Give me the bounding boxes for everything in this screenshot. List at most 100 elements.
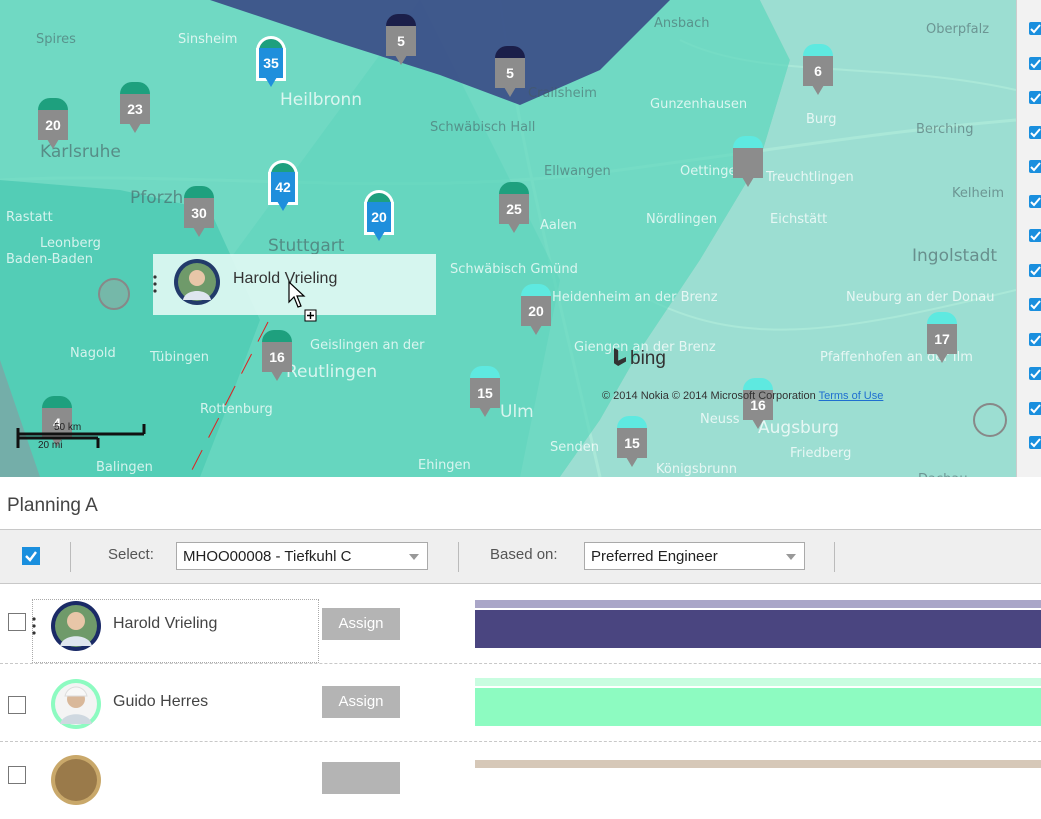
map-cluster-pin[interactable]: 17	[927, 312, 957, 364]
layer-checkbox[interactable]	[1029, 22, 1041, 35]
pin-tip-icon	[936, 353, 948, 363]
pin-tip-icon	[265, 77, 277, 87]
map-scale-bar: 50 km 20 mi	[16, 418, 146, 458]
pin-cap	[743, 378, 773, 390]
pin-count	[733, 148, 763, 178]
pin-cap	[262, 330, 292, 342]
map-copyright: © 2014 Nokia © 2014 Microsoft Corporatio…	[602, 390, 883, 402]
pin-tip-icon	[395, 55, 407, 65]
map-view[interactable]: Spires Sinsheim Ansbach Oberpfalz Heilbronn C…	[0, 0, 1016, 477]
map-cluster-pin[interactable]: 16	[262, 330, 292, 382]
layer-checkbox[interactable]	[1029, 263, 1041, 277]
map-place-label: Eichstätt	[770, 212, 828, 227]
map-place-label: Friedberg	[790, 446, 852, 461]
map-cluster-pin[interactable]: 35	[256, 36, 286, 88]
planning-title: Planning A	[7, 495, 98, 516]
pin-tip-icon	[129, 123, 141, 133]
toolbar-divider	[458, 542, 459, 572]
map-cluster-pin[interactable]: 23	[120, 82, 150, 134]
row-checkbox[interactable]	[8, 766, 26, 784]
drag-handle-icon[interactable]	[153, 274, 157, 294]
map-cluster-pin[interactable]: 5	[386, 14, 416, 66]
schedule-bar[interactable]	[475, 610, 1041, 648]
row-checkbox[interactable]	[8, 696, 26, 714]
layer-checkbox[interactable]	[1029, 125, 1041, 139]
map-place-label: Berching	[916, 122, 974, 137]
schedule-bar-summary	[475, 600, 1041, 608]
map-cluster-pin[interactable]: 20	[38, 98, 68, 150]
dragged-engineer-card[interactable]: Harold Vrieling	[153, 254, 436, 322]
terms-of-use-link[interactable]: Terms of Use	[819, 390, 884, 402]
map-place-label: Oberpfalz	[926, 22, 990, 37]
map-cluster-pin[interactable]: 6	[803, 44, 833, 96]
based-on-select[interactable]: Preferred Engineer	[584, 542, 805, 570]
map-place-label: Dachau	[918, 472, 968, 477]
map-place-label: Stuttgart	[268, 236, 345, 256]
assign-button[interactable]: Assign	[322, 686, 400, 718]
engineer-avatar	[51, 679, 101, 729]
engineer-avatar	[51, 755, 101, 805]
map-cluster-pin[interactable]: 16	[743, 378, 773, 430]
layer-checkbox[interactable]	[1029, 436, 1041, 449]
pin-count: 6	[803, 56, 833, 86]
engineer-name: Guido Herres	[113, 693, 209, 710]
map-cluster-pin[interactable]: 20	[521, 284, 551, 336]
map-locate-control[interactable]	[973, 403, 1007, 437]
layer-checkbox[interactable]	[1029, 194, 1041, 208]
pin-tip-icon	[479, 407, 491, 417]
engineer-avatar	[174, 259, 220, 305]
map-cluster-pin[interactable]: 30	[184, 186, 214, 238]
map-place-label: Reutlingen	[286, 362, 378, 382]
map-place-label: Leonberg	[40, 236, 101, 251]
pin-count: 17	[927, 324, 957, 354]
row-checkbox[interactable]	[8, 613, 26, 631]
pin-tip-icon	[742, 177, 754, 187]
engineer-row[interactable]: Harold Vrieling Assign	[0, 588, 1041, 664]
layer-checkbox[interactable]	[1029, 332, 1041, 346]
map-cluster-pin[interactable]: 42	[268, 160, 298, 212]
layer-checkbox[interactable]	[1029, 298, 1041, 311]
map-cluster-pin[interactable]: 25	[499, 182, 529, 234]
map-cluster-pin[interactable]	[733, 136, 763, 188]
pin-cap	[38, 98, 68, 110]
select-all-checkbox[interactable]	[22, 547, 40, 565]
pin-tip-icon	[277, 201, 289, 211]
layer-checkbox[interactable]	[1029, 367, 1041, 380]
layer-checkbox[interactable]	[1029, 56, 1041, 70]
map-place-label: Ehingen	[418, 458, 471, 473]
assign-button[interactable]	[322, 762, 400, 794]
layer-checkbox[interactable]	[1029, 401, 1041, 415]
drag-handle-icon[interactable]	[32, 616, 36, 636]
map-place-label: Baden-Baden	[6, 252, 93, 267]
layer-checkbox[interactable]	[1029, 160, 1041, 173]
toolbar-divider	[834, 542, 835, 572]
copyright-text: © 2014 Nokia © 2014 Microsoft Corporatio…	[602, 390, 816, 402]
map-place-label: Ingolstadt	[912, 246, 998, 266]
schedule-bar[interactable]	[475, 688, 1041, 726]
map-cluster-pin[interactable]: 20	[364, 190, 394, 242]
pin-cap	[470, 366, 500, 378]
map-zoom-control[interactable]	[98, 278, 130, 310]
map-place-label: Heidenheim an der Brenz	[552, 290, 718, 305]
map-cluster-pin[interactable]: 5	[495, 46, 525, 98]
pin-tip-icon	[271, 371, 283, 381]
based-on-label: Based on:	[490, 546, 558, 563]
pin-tip-icon	[47, 139, 59, 149]
pin-cap	[184, 186, 214, 198]
check-icon	[25, 551, 37, 562]
chevron-down-icon	[409, 554, 419, 560]
pin-cap	[120, 82, 150, 94]
engineer-row[interactable]: Guido Herres Assign	[0, 666, 1041, 742]
chevron-down-icon	[786, 554, 796, 560]
map-cluster-pin[interactable]: 15	[617, 416, 647, 468]
schedule-bar-summary	[475, 760, 1041, 768]
pin-tip-icon	[193, 227, 205, 237]
engineer-row[interactable]	[0, 744, 1041, 819]
scale-km-label: 50 km	[54, 422, 82, 433]
layer-checkbox[interactable]	[1029, 229, 1041, 242]
order-select[interactable]: MHOO00008 - Tiefkuhl C	[176, 542, 428, 570]
layer-checkbox-panel	[1016, 0, 1041, 477]
layer-checkbox[interactable]	[1029, 91, 1041, 104]
map-cluster-pin[interactable]: 15	[470, 366, 500, 418]
assign-button[interactable]: Assign	[322, 608, 400, 640]
